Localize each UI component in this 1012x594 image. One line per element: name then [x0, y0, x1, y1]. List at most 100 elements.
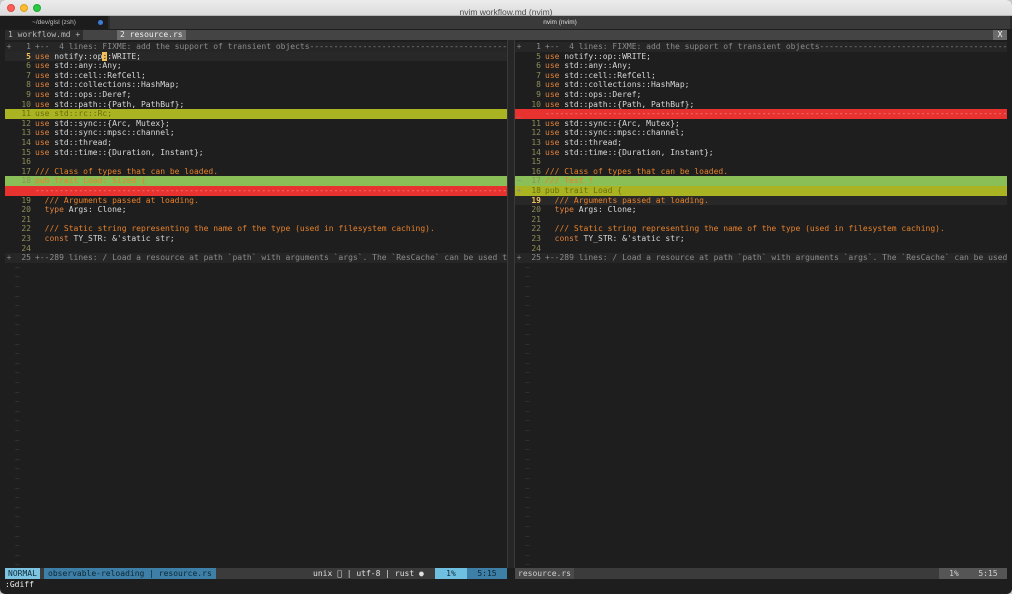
- code-line[interactable]: 5 use notify::op::WRITE;: [515, 52, 1007, 62]
- code-line[interactable]: 19 /// Arguments passed at loading.: [515, 195, 1007, 206]
- scroll-percent: 1%: [435, 568, 467, 579]
- close-window-button[interactable]: [7, 4, 15, 12]
- code-line[interactable]: 13 use std::sync::mpsc::channel;: [5, 128, 507, 138]
- code-line[interactable]: +25 +--289 lines: / Load a resource at pa…: [5, 253, 507, 263]
- empty-line-marker: ~: [5, 532, 507, 542]
- code-line[interactable]: 14 use std::thread;: [5, 138, 507, 148]
- code-line[interactable]: 16 /// Class of types that can be loaded.: [515, 167, 1007, 177]
- empty-line-marker: ~: [515, 436, 1007, 446]
- code-line[interactable]: 16: [5, 157, 507, 167]
- empty-line-marker: ~: [5, 272, 507, 282]
- empty-line-marker: ~: [515, 522, 1007, 532]
- code-line[interactable]: 22 /// Static string representing the na…: [5, 224, 507, 234]
- code-line[interactable]: 12 use std::sync::{Arc, Mutex};: [5, 119, 507, 129]
- code-line[interactable]: 7 use std::cell::RefCell;: [515, 71, 1007, 81]
- minimize-window-button[interactable]: [20, 4, 28, 12]
- line-number: 1: [26, 42, 31, 51]
- code-line[interactable]: 8 use std::collections::HashMap;: [515, 80, 1007, 90]
- code-line[interactable]: ~17 /// Test !: [515, 176, 1007, 186]
- code-line[interactable]: 20 type Args: Clone;: [515, 205, 1007, 215]
- right-diff-pane[interactable]: +1 +-- 4 lines: FIXME: add the support of…: [515, 40, 1007, 568]
- mode-indicator: NORMAL: [5, 568, 40, 579]
- file-format-info: unix  | utf-8 | rust ●: [313, 569, 424, 578]
- empty-line-marker: ~: [5, 311, 507, 321]
- code-line[interactable]: 23 const TY_STR: &'static str;: [5, 234, 507, 244]
- code-line[interactable]: 22 /// Static string representing the na…: [515, 224, 1007, 234]
- code-line[interactable]: 17 /// Class of types that can be loaded.: [5, 167, 507, 177]
- empty-line-marker: ~: [5, 541, 507, 551]
- code-line[interactable]: 11 use std::sync::{Arc, Mutex};: [515, 119, 1007, 129]
- code-line[interactable]: 18 pub trait Load: Sized {: [5, 176, 507, 186]
- code-line[interactable]: 13 use std::thread;: [515, 138, 1007, 148]
- tilde-marker: ~: [525, 416, 530, 426]
- code-line[interactable]: 9 use std::ops::Deref;: [515, 90, 1007, 100]
- code-line[interactable]: 21: [515, 215, 1007, 225]
- line-number: 19: [21, 195, 31, 205]
- vertical-split-divider[interactable]: [507, 40, 515, 568]
- code-line[interactable]: ----------------------------------------…: [5, 186, 507, 196]
- tilde-marker: ~: [15, 474, 20, 483]
- empty-line-marker: ~: [515, 512, 1007, 522]
- empty-line-marker: ~: [515, 397, 1007, 407]
- code-line[interactable]: +25 +--289 lines: / Load a resource at pa…: [515, 253, 1007, 263]
- code-line[interactable]: 15 use std::time::{Duration, Instant};: [5, 148, 507, 158]
- zoom-window-button[interactable]: [33, 4, 41, 12]
- line-number: 14: [21, 138, 31, 147]
- tilde-marker: ~: [15, 426, 20, 435]
- tilde-marker: ~: [525, 291, 530, 301]
- code-line[interactable]: 19 /// Arguments passed at loading.: [5, 196, 507, 206]
- terminal-tab-zsh[interactable]: ~/dev/glsl (zsh): [0, 16, 108, 29]
- code-text: use std::thread;: [545, 138, 623, 147]
- tilde-marker: ~: [525, 454, 530, 464]
- terminal-tab-nvim[interactable]: nvim (nvim): [110, 16, 1010, 29]
- code-line[interactable]: +1 +-- 4 lines: FIXME: add the support of…: [5, 42, 507, 52]
- code-line[interactable]: 20 type Args: Clone;: [5, 205, 507, 215]
- tilde-marker: ~: [525, 320, 530, 330]
- left-statusline: NORMAL observable-reloading | resource.r…: [5, 568, 507, 579]
- code-line[interactable]: 14 use std::time::{Duration, Instant};: [515, 148, 1007, 158]
- code-line[interactable]: +18 pub trait Load {: [515, 186, 1007, 196]
- tilde-marker: ~: [525, 339, 530, 349]
- code-text: use std::cell::RefCell;: [545, 70, 656, 80]
- code-line[interactable]: 15: [515, 157, 1007, 167]
- code-line[interactable]: 11 use std::rc::Rc;: [5, 109, 507, 119]
- code-line[interactable]: 10 use std::path::{Path, PathBuf};: [5, 100, 507, 110]
- code-line[interactable]: 6 use std::any::Any;: [5, 61, 507, 71]
- close-tab-button[interactable]: X: [993, 30, 1007, 40]
- line-number: 20: [531, 205, 541, 215]
- tilde-marker: ~: [15, 550, 20, 560]
- empty-line-marker: ~: [5, 407, 507, 417]
- code-line[interactable]: 8 use std::collections::HashMap;: [5, 80, 507, 90]
- code-text: use std::sync::{Arc, Mutex};: [35, 118, 170, 128]
- code-line[interactable]: 12 use std::sync::mpsc::channel;: [515, 128, 1007, 138]
- code-line[interactable]: _ ---------------------------------------…: [515, 109, 1007, 119]
- line-number: 25: [531, 253, 541, 263]
- left-diff-pane[interactable]: +1 +-- 4 lines: FIXME: add the support of…: [5, 40, 507, 568]
- tilde-marker: ~: [15, 541, 20, 551]
- vim-tab-resource[interactable]: 2 resource.rs: [117, 30, 186, 40]
- code-line[interactable]: 7 use std::cell::RefCell;: [5, 71, 507, 81]
- code-line[interactable]: 23 const TY_STR: &'static str;: [515, 234, 1007, 244]
- code-line[interactable]: 24: [5, 244, 507, 254]
- empty-line-marker: ~: [515, 272, 1007, 282]
- code-text: ----------------------------------------…: [545, 109, 1007, 119]
- line-number: 20: [21, 205, 31, 215]
- vim-tab-workflow[interactable]: 1 workflow.md +: [5, 30, 84, 40]
- line-number: 7: [536, 70, 541, 80]
- empty-line-marker: ~: [515, 426, 1007, 436]
- code-line[interactable]: 9 use std::ops::Deref;: [5, 90, 507, 100]
- code-line[interactable]: 21: [5, 215, 507, 225]
- code-text: use std::time::{Duration, Instant};: [35, 147, 204, 157]
- command-line[interactable]: :Gdiff: [5, 579, 1007, 590]
- code-line[interactable]: 24: [515, 244, 1007, 254]
- empty-line-marker: ~: [5, 349, 507, 359]
- empty-line-marker: ~: [515, 474, 1007, 484]
- empty-line-marker: ~: [515, 445, 1007, 455]
- line-number: 16: [21, 157, 31, 167]
- code-line[interactable]: 5 use notify::op::WRITE;: [5, 51, 507, 62]
- code-line[interactable]: +1 +-- 4 lines: FIXME: add the support of…: [515, 42, 1007, 52]
- code-line[interactable]: 10 use std::path::{Path, PathBuf};: [515, 100, 1007, 110]
- line-number: 6: [26, 61, 31, 71]
- tilde-marker: ~: [15, 349, 20, 359]
- code-line[interactable]: 6 use std::any::Any;: [515, 61, 1007, 71]
